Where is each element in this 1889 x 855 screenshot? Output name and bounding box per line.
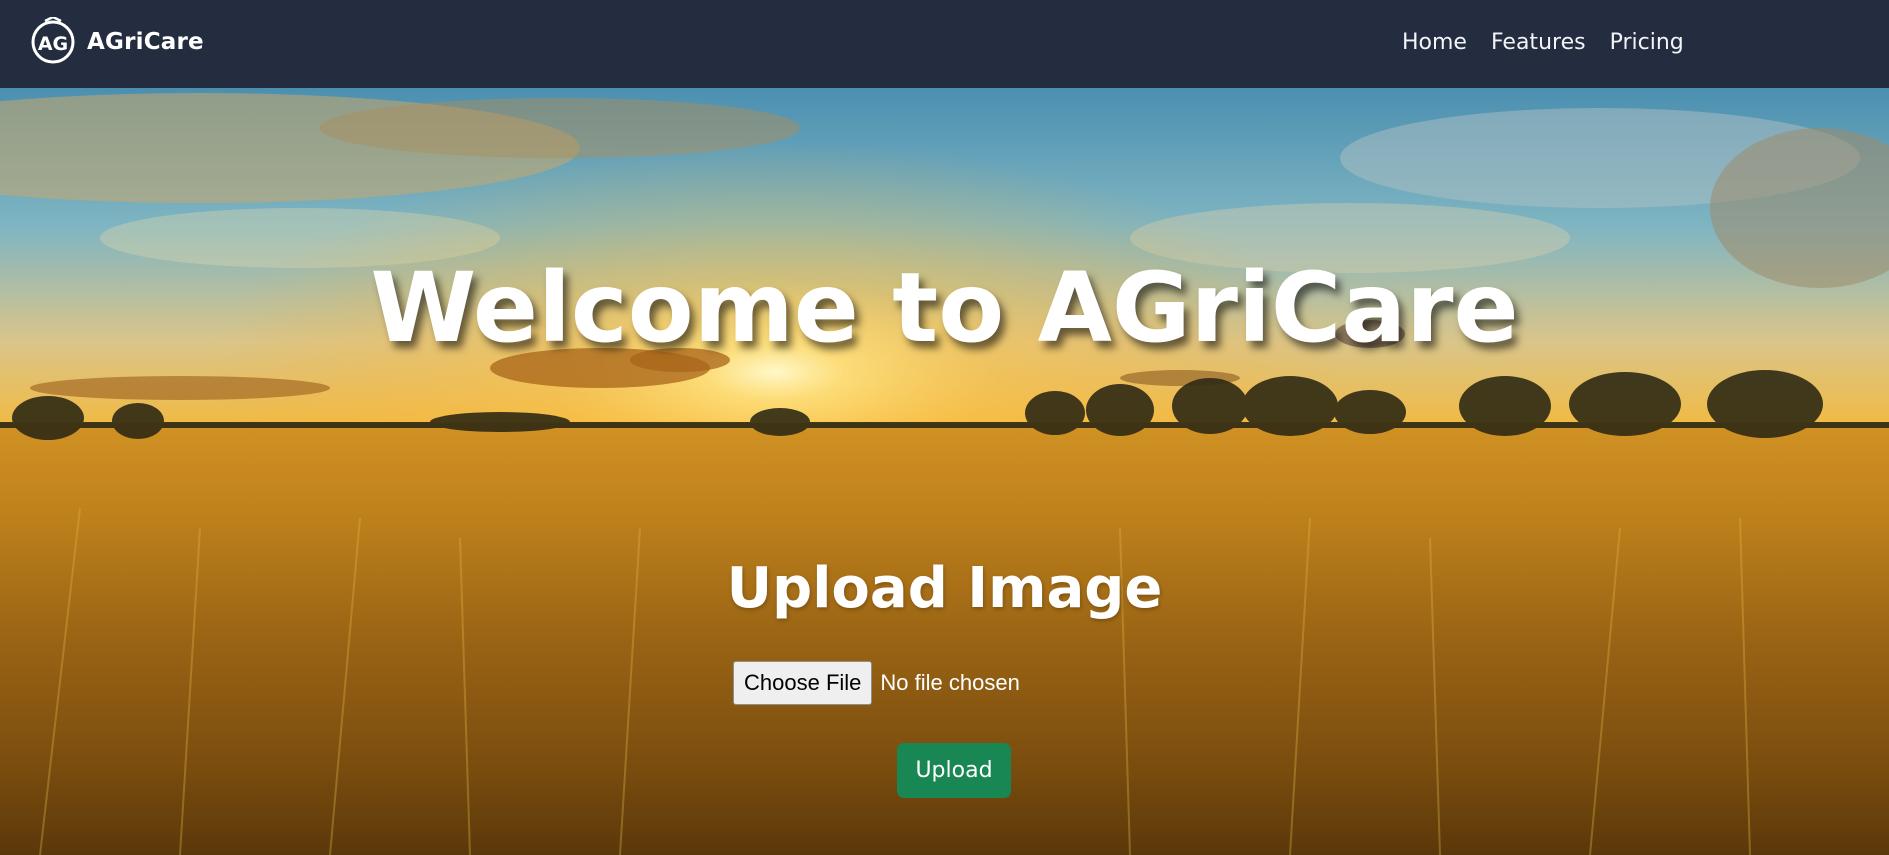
file-status-text: No file chosen <box>880 670 1020 695</box>
nav-link-pricing[interactable]: Pricing <box>1610 28 1684 58</box>
nav-links: Home Features Pricing <box>1402 28 1708 58</box>
svg-text:AG: AG <box>38 33 68 55</box>
hero-title: Welcome to AGriCare <box>370 252 1519 364</box>
hero-background-image <box>0 88 1889 855</box>
nav-link-home[interactable]: Home <box>1402 28 1467 58</box>
upload-button[interactable]: Upload <box>897 743 1011 798</box>
upload-heading: Upload Image <box>726 556 1163 621</box>
file-input[interactable]: Choose File No file chosen <box>733 661 1020 705</box>
choose-file-button[interactable]: Choose File <box>733 661 873 705</box>
brand-name: AGriCare <box>87 29 204 55</box>
top-navbar: AG AGriCare Home Features Pricing <box>0 0 1889 88</box>
nav-link-features[interactable]: Features <box>1491 28 1586 58</box>
brand-link[interactable]: AG AGriCare <box>31 17 204 67</box>
hero-section: Welcome to AGriCare Upload Image Choose … <box>0 88 1889 855</box>
agricare-logo-icon: AG <box>31 17 75 64</box>
